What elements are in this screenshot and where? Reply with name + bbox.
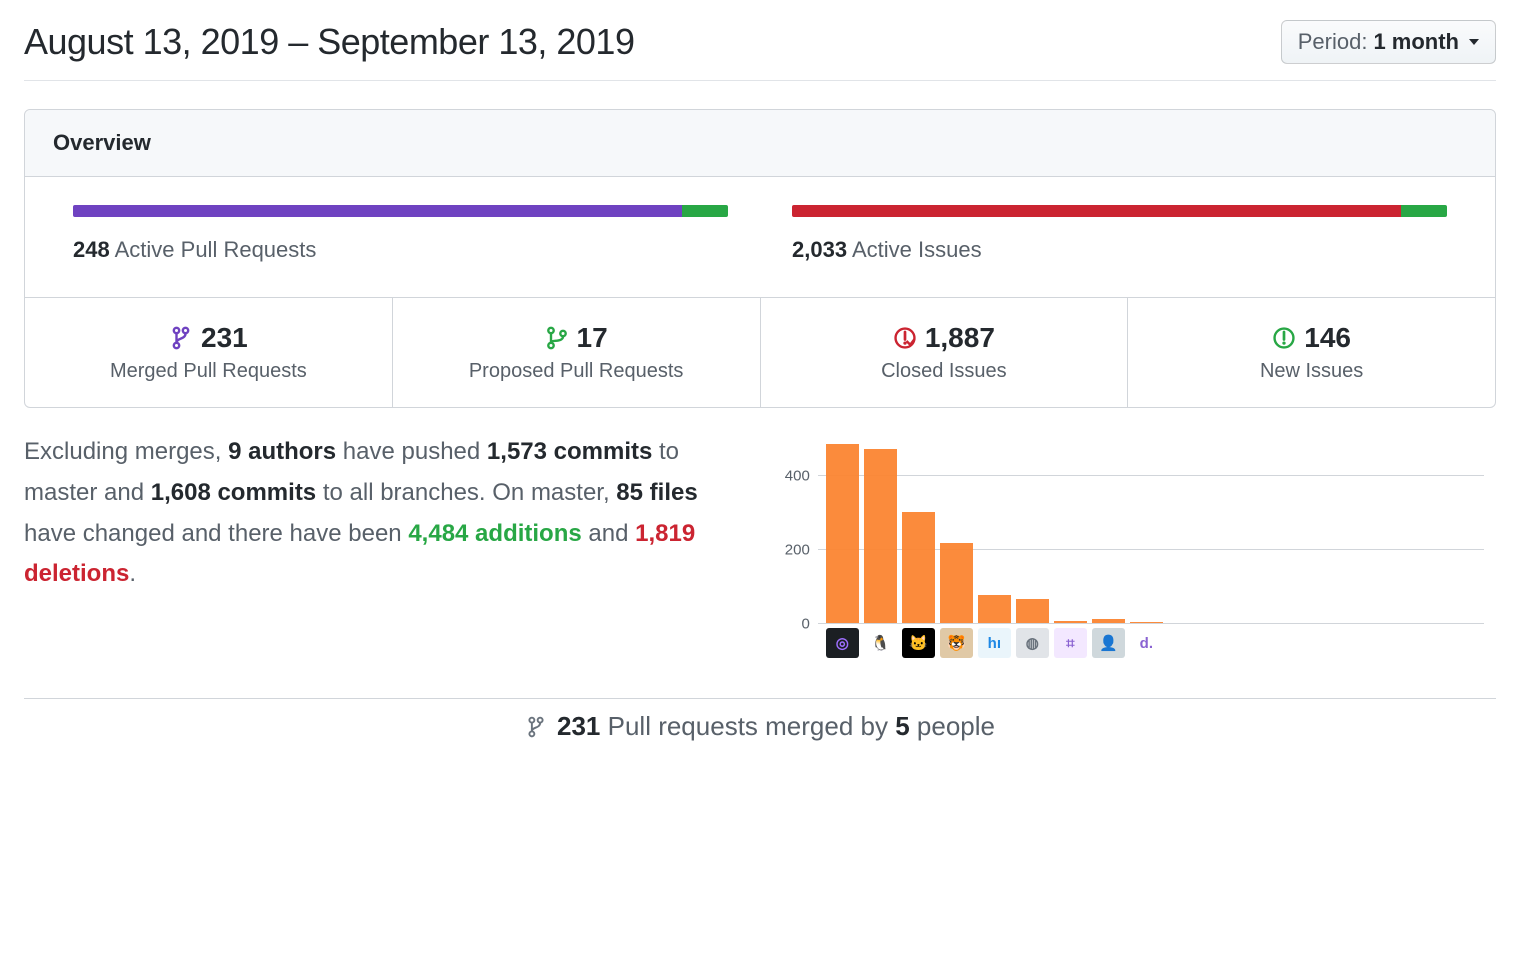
stat-value: 146 (1304, 322, 1351, 354)
avatar[interactable]: hı (978, 628, 1011, 658)
overview-header: Overview (25, 110, 1495, 177)
period-value: 1 month (1373, 29, 1459, 55)
issue-closed-icon (893, 326, 917, 350)
pr-progress-bar (73, 205, 728, 217)
chart-bar (1016, 599, 1049, 623)
git-branch-icon (545, 326, 569, 350)
period-dropdown[interactable]: Period: 1 month (1281, 20, 1496, 64)
summary-text: Excluding merges, 9 authors have pushed … (24, 432, 716, 595)
git-merge-icon (169, 326, 193, 350)
avatar[interactable]: 🐱 (902, 628, 935, 658)
chart-bar (1130, 622, 1163, 623)
active-issues[interactable]: 2,033 Active Issues (792, 205, 1447, 263)
chart-bar (978, 595, 1011, 623)
y-axis-tick: 400 (785, 468, 810, 485)
chart-bar (1092, 619, 1125, 623)
stat-label: Proposed Pull Requests (405, 360, 748, 383)
issues-count: 2,033 (792, 237, 847, 262)
chart-bar (940, 543, 973, 623)
stat-label: Closed Issues (773, 360, 1116, 383)
avatar[interactable]: ◎ (826, 628, 859, 658)
stat-value: 231 (201, 322, 248, 354)
period-label: Period: (1298, 29, 1368, 55)
chart-bar (902, 512, 935, 623)
stat-issue-open[interactable]: 146 New Issues (1128, 298, 1495, 407)
avatar[interactable]: ⌗ (1054, 628, 1087, 658)
stat-git-branch[interactable]: 17 Proposed Pull Requests (393, 298, 761, 407)
avatar[interactable]: ◍ (1016, 628, 1049, 658)
y-axis-tick: 0 (801, 616, 809, 633)
chevron-down-icon (1469, 39, 1479, 45)
commits-by-author-chart: 0 200 400 ◎🐧🐱🐯hı◍⌗👤d. (764, 432, 1496, 662)
avatar[interactable]: 👤 (1092, 628, 1125, 658)
y-axis-tick: 200 (785, 542, 810, 559)
stat-value: 1,887 (925, 322, 995, 354)
page-title: August 13, 2019 – September 13, 2019 (24, 21, 634, 63)
gridline: 0 (818, 623, 1484, 624)
avatar[interactable]: 🐧 (864, 628, 897, 658)
stat-value: 17 (577, 322, 608, 354)
git-merge-icon (525, 716, 547, 738)
stat-issue-closed[interactable]: 1,887 Closed Issues (761, 298, 1129, 407)
issues-label: Active Issues (852, 237, 982, 262)
issues-progress-bar (792, 205, 1447, 217)
avatar[interactable]: 🐯 (940, 628, 973, 658)
pr-count: 248 (73, 237, 110, 262)
chart-bar (864, 449, 897, 623)
stat-git-merge[interactable]: 231 Merged Pull Requests (25, 298, 393, 407)
chart-bar (1054, 621, 1087, 623)
avatar[interactable]: d. (1130, 628, 1163, 658)
issue-open-icon (1272, 326, 1296, 350)
active-pull-requests[interactable]: 248 Active Pull Requests (73, 205, 728, 263)
stat-label: Merged Pull Requests (37, 360, 380, 383)
stat-label: New Issues (1140, 360, 1483, 383)
pr-label: Active Pull Requests (115, 237, 317, 262)
overview-box: Overview 248 Active Pull Requests 2,033 … (24, 109, 1496, 408)
merged-pr-summary: 231 Pull requests merged by 5 people (24, 698, 1496, 743)
chart-bar (826, 444, 859, 623)
